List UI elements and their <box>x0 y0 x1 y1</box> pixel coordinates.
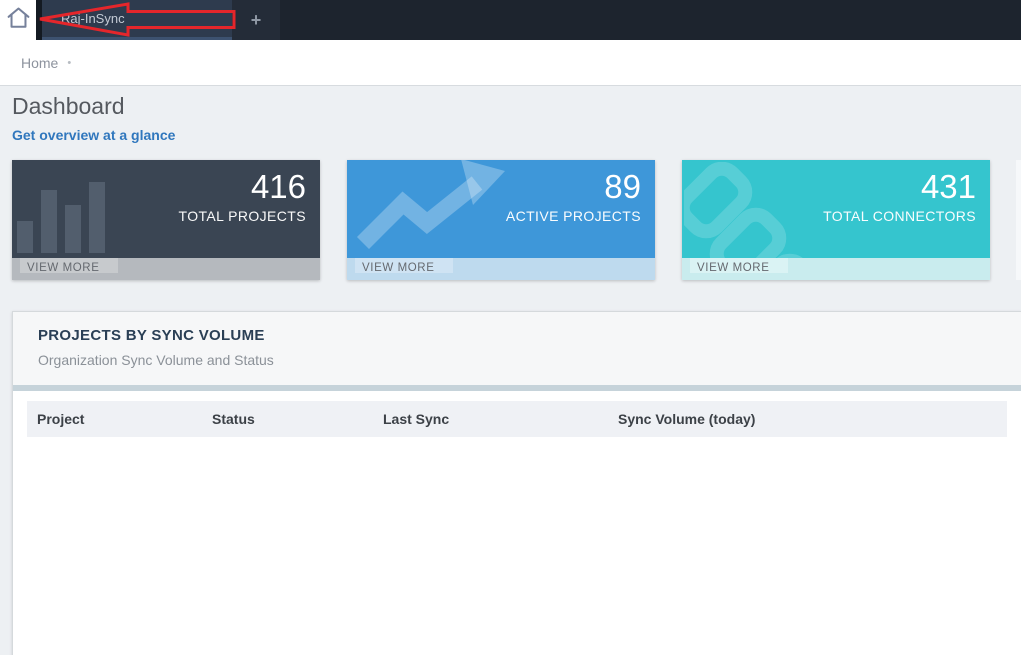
page-title: Dashboard <box>12 93 1021 120</box>
projects-sync-volume-panel: PROJECTS BY SYNC VOLUME Organization Syn… <box>12 311 1021 655</box>
card-text: 89 ACTIVE PROJECTS <box>506 169 641 224</box>
bar-chart-icon <box>15 181 119 258</box>
view-more-label: VIEW MORE <box>27 262 100 274</box>
stat-value: 89 <box>506 169 641 205</box>
partial-card-edge <box>1016 160 1021 280</box>
tab-label: Raj-InSync <box>61 11 125 26</box>
view-more-label: VIEW MORE <box>362 262 435 274</box>
sync-volume-table: Project Status Last Sync Sync Volume (to… <box>13 391 1021 655</box>
breadcrumb-item-home[interactable]: Home <box>21 55 58 71</box>
card-body: 416 TOTAL PROJECTS <box>12 160 320 258</box>
card-text: 431 TOTAL CONNECTORS <box>823 169 976 224</box>
stat-label: TOTAL PROJECTS <box>179 208 306 224</box>
view-more-button[interactable]: VIEW MORE <box>682 258 990 280</box>
trend-up-arrow-icon <box>355 160 515 254</box>
plus-icon: + <box>251 10 262 31</box>
view-more-label: VIEW MORE <box>697 262 770 274</box>
view-more-button[interactable]: VIEW MORE <box>12 258 320 280</box>
column-header-project: Project <box>27 411 212 427</box>
breadcrumb-separator: • <box>67 57 71 69</box>
card-body: 431 TOTAL CONNECTORS <box>682 160 990 258</box>
tab-raj-insync[interactable]: Raj-InSync <box>42 0 232 40</box>
column-header-sync-volume: Sync Volume (today) <box>618 411 1007 427</box>
column-header-last-sync: Last Sync <box>383 411 618 427</box>
card-total-projects: 416 TOTAL PROJECTS VIEW MORE <box>12 160 320 280</box>
card-body: 89 ACTIVE PROJECTS <box>347 160 655 258</box>
new-tab-button[interactable]: + <box>232 0 280 40</box>
panel-title: PROJECTS BY SYNC VOLUME <box>38 327 996 344</box>
page-subtitle: Get overview at a glance <box>12 127 1021 143</box>
panel-subtitle: Organization Sync Volume and Status <box>38 352 996 368</box>
stat-value: 431 <box>823 169 976 205</box>
breadcrumb: Home • <box>0 40 1021 86</box>
stat-label: ACTIVE PROJECTS <box>506 208 641 224</box>
stat-label: TOTAL CONNECTORS <box>823 208 976 224</box>
main-content: Dashboard Get overview at a glance <box>0 86 1021 654</box>
view-more-button[interactable]: VIEW MORE <box>347 258 655 280</box>
home-button[interactable] <box>0 0 36 40</box>
stat-cards-row: 416 TOTAL PROJECTS VIEW MORE 89 <box>12 160 1021 280</box>
table-header-row: Project Status Last Sync Sync Volume (to… <box>27 401 1007 437</box>
table-body-empty <box>27 437 1007 655</box>
card-total-connectors: 431 TOTAL CONNECTORS VIEW MORE <box>682 160 990 280</box>
card-active-projects: 89 ACTIVE PROJECTS VIEW MORE <box>347 160 655 280</box>
home-icon <box>5 4 32 36</box>
top-bar: Raj-InSync + <box>0 0 1021 40</box>
stat-value: 416 <box>179 169 306 205</box>
panel-header: PROJECTS BY SYNC VOLUME Organization Syn… <box>13 312 1021 385</box>
card-text: 416 TOTAL PROJECTS <box>179 169 306 224</box>
column-header-status: Status <box>212 411 383 427</box>
